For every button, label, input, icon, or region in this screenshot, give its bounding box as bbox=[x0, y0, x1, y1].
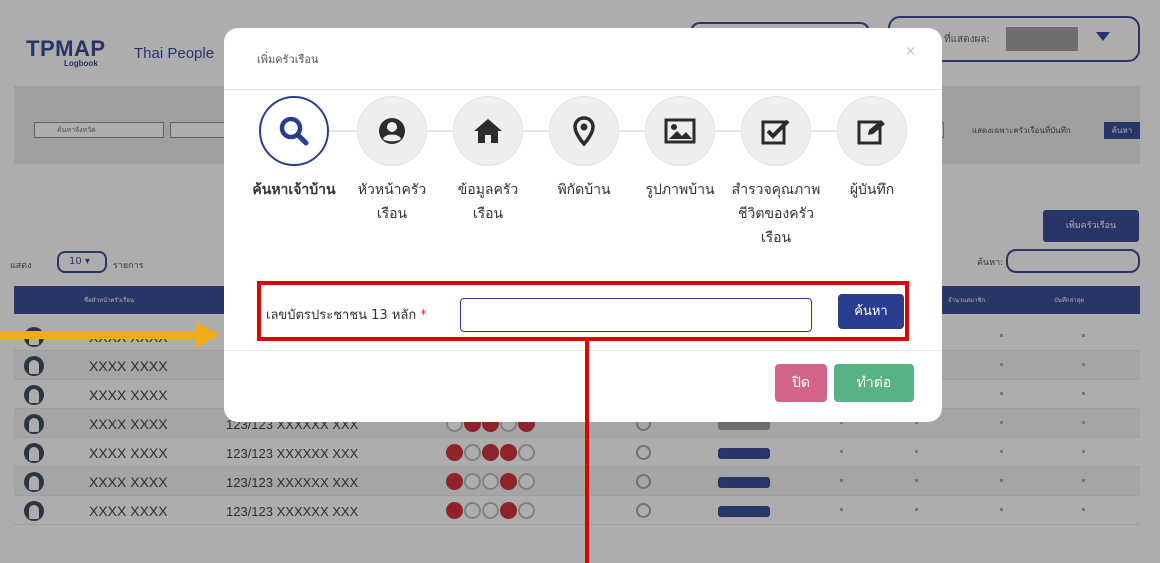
modal-header: เพิ่มครัวเรือน × bbox=[224, 28, 942, 90]
annotation-callout-line bbox=[585, 340, 589, 563]
step-house-photo[interactable]: รูปภาพบ้าน bbox=[645, 96, 715, 198]
step-label: ผู้บันทึก bbox=[849, 182, 895, 198]
id-number-input[interactable] bbox=[460, 298, 812, 332]
step-search-owner[interactable]: ค้นหาเจ้าบ้าน bbox=[252, 96, 336, 198]
step-label: ค้นหาเจ้าบ้าน bbox=[252, 182, 336, 198]
search-icon bbox=[259, 96, 329, 166]
required-mark: * bbox=[420, 308, 427, 323]
user-circle-icon bbox=[357, 96, 427, 166]
home-icon bbox=[453, 96, 523, 166]
id-number-label: เลขบัตรประชาชน 13 หลัก * bbox=[266, 304, 427, 325]
add-household-modal: เพิ่มครัวเรือน × ค้นหาเจ้าบ้าน หัวหน้าคร… bbox=[224, 28, 942, 422]
annotation-arrow bbox=[0, 331, 200, 339]
id-number-label-text: เลขบัตรประชาชน 13 หลัก bbox=[266, 308, 417, 323]
edit-icon bbox=[837, 96, 907, 166]
step-label: สำรวจคุณภาพ ชีวิตของครัว เรือน bbox=[731, 182, 821, 246]
step-label: หัวหน้าครัว เรือน bbox=[357, 182, 427, 222]
step-household-head[interactable]: หัวหน้าครัว เรือน bbox=[357, 96, 427, 222]
step-household-info[interactable]: ข้อมูลครัว เรือน bbox=[453, 96, 523, 222]
modal-footer-divider bbox=[224, 350, 942, 351]
checkbox-icon bbox=[741, 96, 811, 166]
step-label: รูปภาพบ้าน bbox=[645, 182, 715, 198]
id-search-highlight: เลขบัตรประชาชน 13 หลัก * ค้นหา bbox=[257, 281, 909, 341]
step-recorder[interactable]: ผู้บันทึก bbox=[837, 96, 907, 198]
step-label: ข้อมูลครัว เรือน bbox=[457, 182, 519, 222]
step-quality-survey[interactable]: สำรวจคุณภาพ ชีวิตของครัว เรือน bbox=[732, 96, 820, 246]
close-icon[interactable]: × bbox=[905, 44, 916, 59]
close-button[interactable]: ปิด bbox=[775, 364, 827, 402]
modal-title: เพิ่มครัวเรือน bbox=[257, 53, 319, 66]
id-search-button[interactable]: ค้นหา bbox=[838, 294, 904, 329]
annotation-arrow-head bbox=[196, 322, 220, 348]
map-pin-icon bbox=[549, 96, 619, 166]
step-house-location[interactable]: พิกัดบ้าน bbox=[549, 96, 619, 198]
image-icon bbox=[645, 96, 715, 166]
wizard-steps: ค้นหาเจ้าบ้าน หัวหน้าครัว เรือน ข้อมูลคร… bbox=[224, 96, 942, 286]
continue-button[interactable]: ทำต่อ bbox=[834, 364, 914, 402]
step-label: พิกัดบ้าน bbox=[557, 182, 611, 198]
